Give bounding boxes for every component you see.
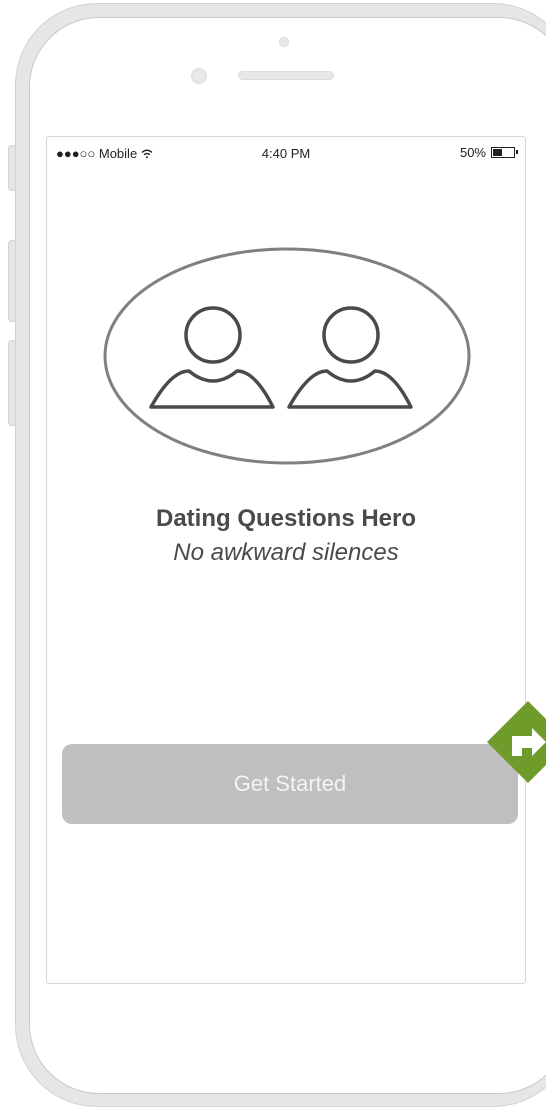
battery-fill	[493, 149, 502, 156]
status-battery: 50%	[459, 145, 518, 160]
link-arrow-icon[interactable]	[484, 698, 546, 786]
app-tagline: No awkward silences	[173, 539, 399, 566]
two-users-icon	[103, 247, 471, 465]
app-title: Dating Questions Hero	[155, 505, 417, 532]
status-time: 4:40 PM	[261, 146, 311, 161]
battery-percent: 50%	[459, 145, 486, 160]
stage: ●●●○○ Mobile 4:40 PM 50% Dating Question…	[0, 0, 546, 1110]
battery-icon	[491, 147, 518, 158]
front-camera	[279, 37, 289, 47]
screen: ●●●○○ Mobile 4:40 PM 50% Dating Question…	[46, 136, 526, 984]
status-bar: ●●●○○ Mobile 4:40 PM 50%	[47, 137, 525, 167]
battery-nub	[516, 150, 518, 154]
proximity-sensor	[191, 68, 207, 84]
earpiece-speaker	[238, 71, 334, 80]
get-started-button[interactable]: Get Started	[62, 744, 518, 824]
